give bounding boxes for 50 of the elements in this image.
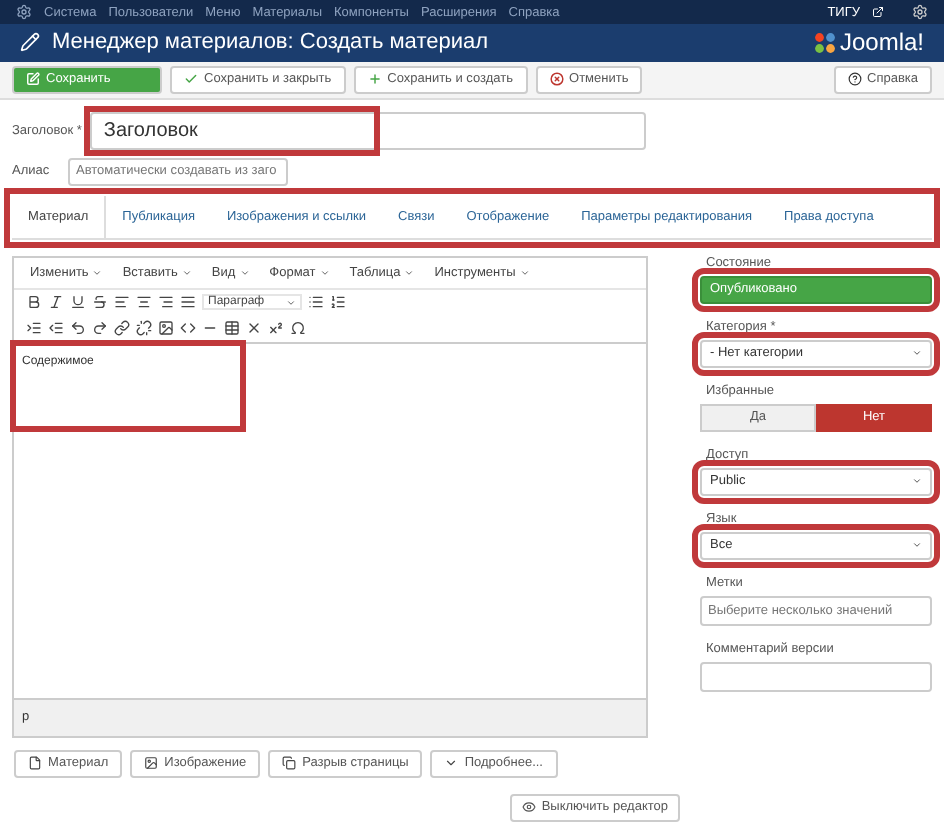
caret-icon	[519, 267, 530, 278]
caret-icon	[92, 267, 103, 278]
align-center-icon[interactable]	[136, 294, 152, 311]
caret-icon	[912, 348, 922, 359]
superscript-icon[interactable]	[268, 320, 284, 337]
omega-icon[interactable]	[290, 320, 306, 337]
caret-icon	[912, 476, 922, 487]
redo-icon[interactable]	[92, 320, 108, 337]
pencil-icon	[20, 32, 40, 53]
chevron-down-icon	[444, 756, 459, 771]
title-field[interactable]: Заголовок	[89, 111, 646, 150]
bullet-list-icon[interactable]	[308, 294, 324, 311]
external-link-icon	[872, 6, 884, 19]
caret-icon	[404, 267, 415, 278]
outdent-icon[interactable]	[48, 320, 64, 337]
caret-icon	[239, 267, 250, 278]
page-title: Менеджер материалов: Создать материал	[52, 30, 489, 55]
eye-icon	[521, 800, 536, 815]
table-icon[interactable]	[224, 320, 240, 337]
underline-icon[interactable]	[70, 294, 86, 311]
numbered-list-icon[interactable]	[330, 294, 346, 311]
align-justify-icon[interactable]	[180, 294, 196, 311]
settings-icon[interactable]	[912, 4, 928, 21]
joomla-logo-icon	[813, 31, 836, 54]
edit-icon	[26, 72, 40, 87]
unlink-icon[interactable]	[136, 320, 152, 337]
check-icon	[184, 72, 198, 87]
logo: Joomla!	[813, 28, 924, 57]
strikethrough-icon[interactable]	[92, 294, 108, 311]
plus-icon	[367, 72, 382, 87]
code-icon[interactable]	[180, 320, 196, 337]
align-left-icon[interactable]	[114, 294, 130, 311]
clear-format-icon[interactable]	[246, 320, 262, 337]
caret-icon	[319, 267, 330, 278]
italic-icon[interactable]	[48, 294, 64, 311]
indent-icon[interactable]	[26, 320, 42, 337]
caret-icon	[912, 540, 922, 551]
pages-icon	[282, 756, 297, 771]
cancel-icon	[549, 72, 564, 87]
align-right-icon[interactable]	[158, 294, 174, 311]
image-icon	[144, 756, 159, 771]
version-note-field[interactable]	[700, 661, 932, 692]
document-icon	[28, 756, 42, 771]
link-icon[interactable]	[114, 320, 130, 337]
caret-icon	[286, 297, 296, 308]
image-icon[interactable]	[158, 320, 174, 337]
bold-icon[interactable]	[26, 294, 42, 311]
caret-icon	[181, 267, 192, 278]
undo-icon[interactable]	[70, 320, 86, 337]
help-icon	[847, 72, 861, 87]
